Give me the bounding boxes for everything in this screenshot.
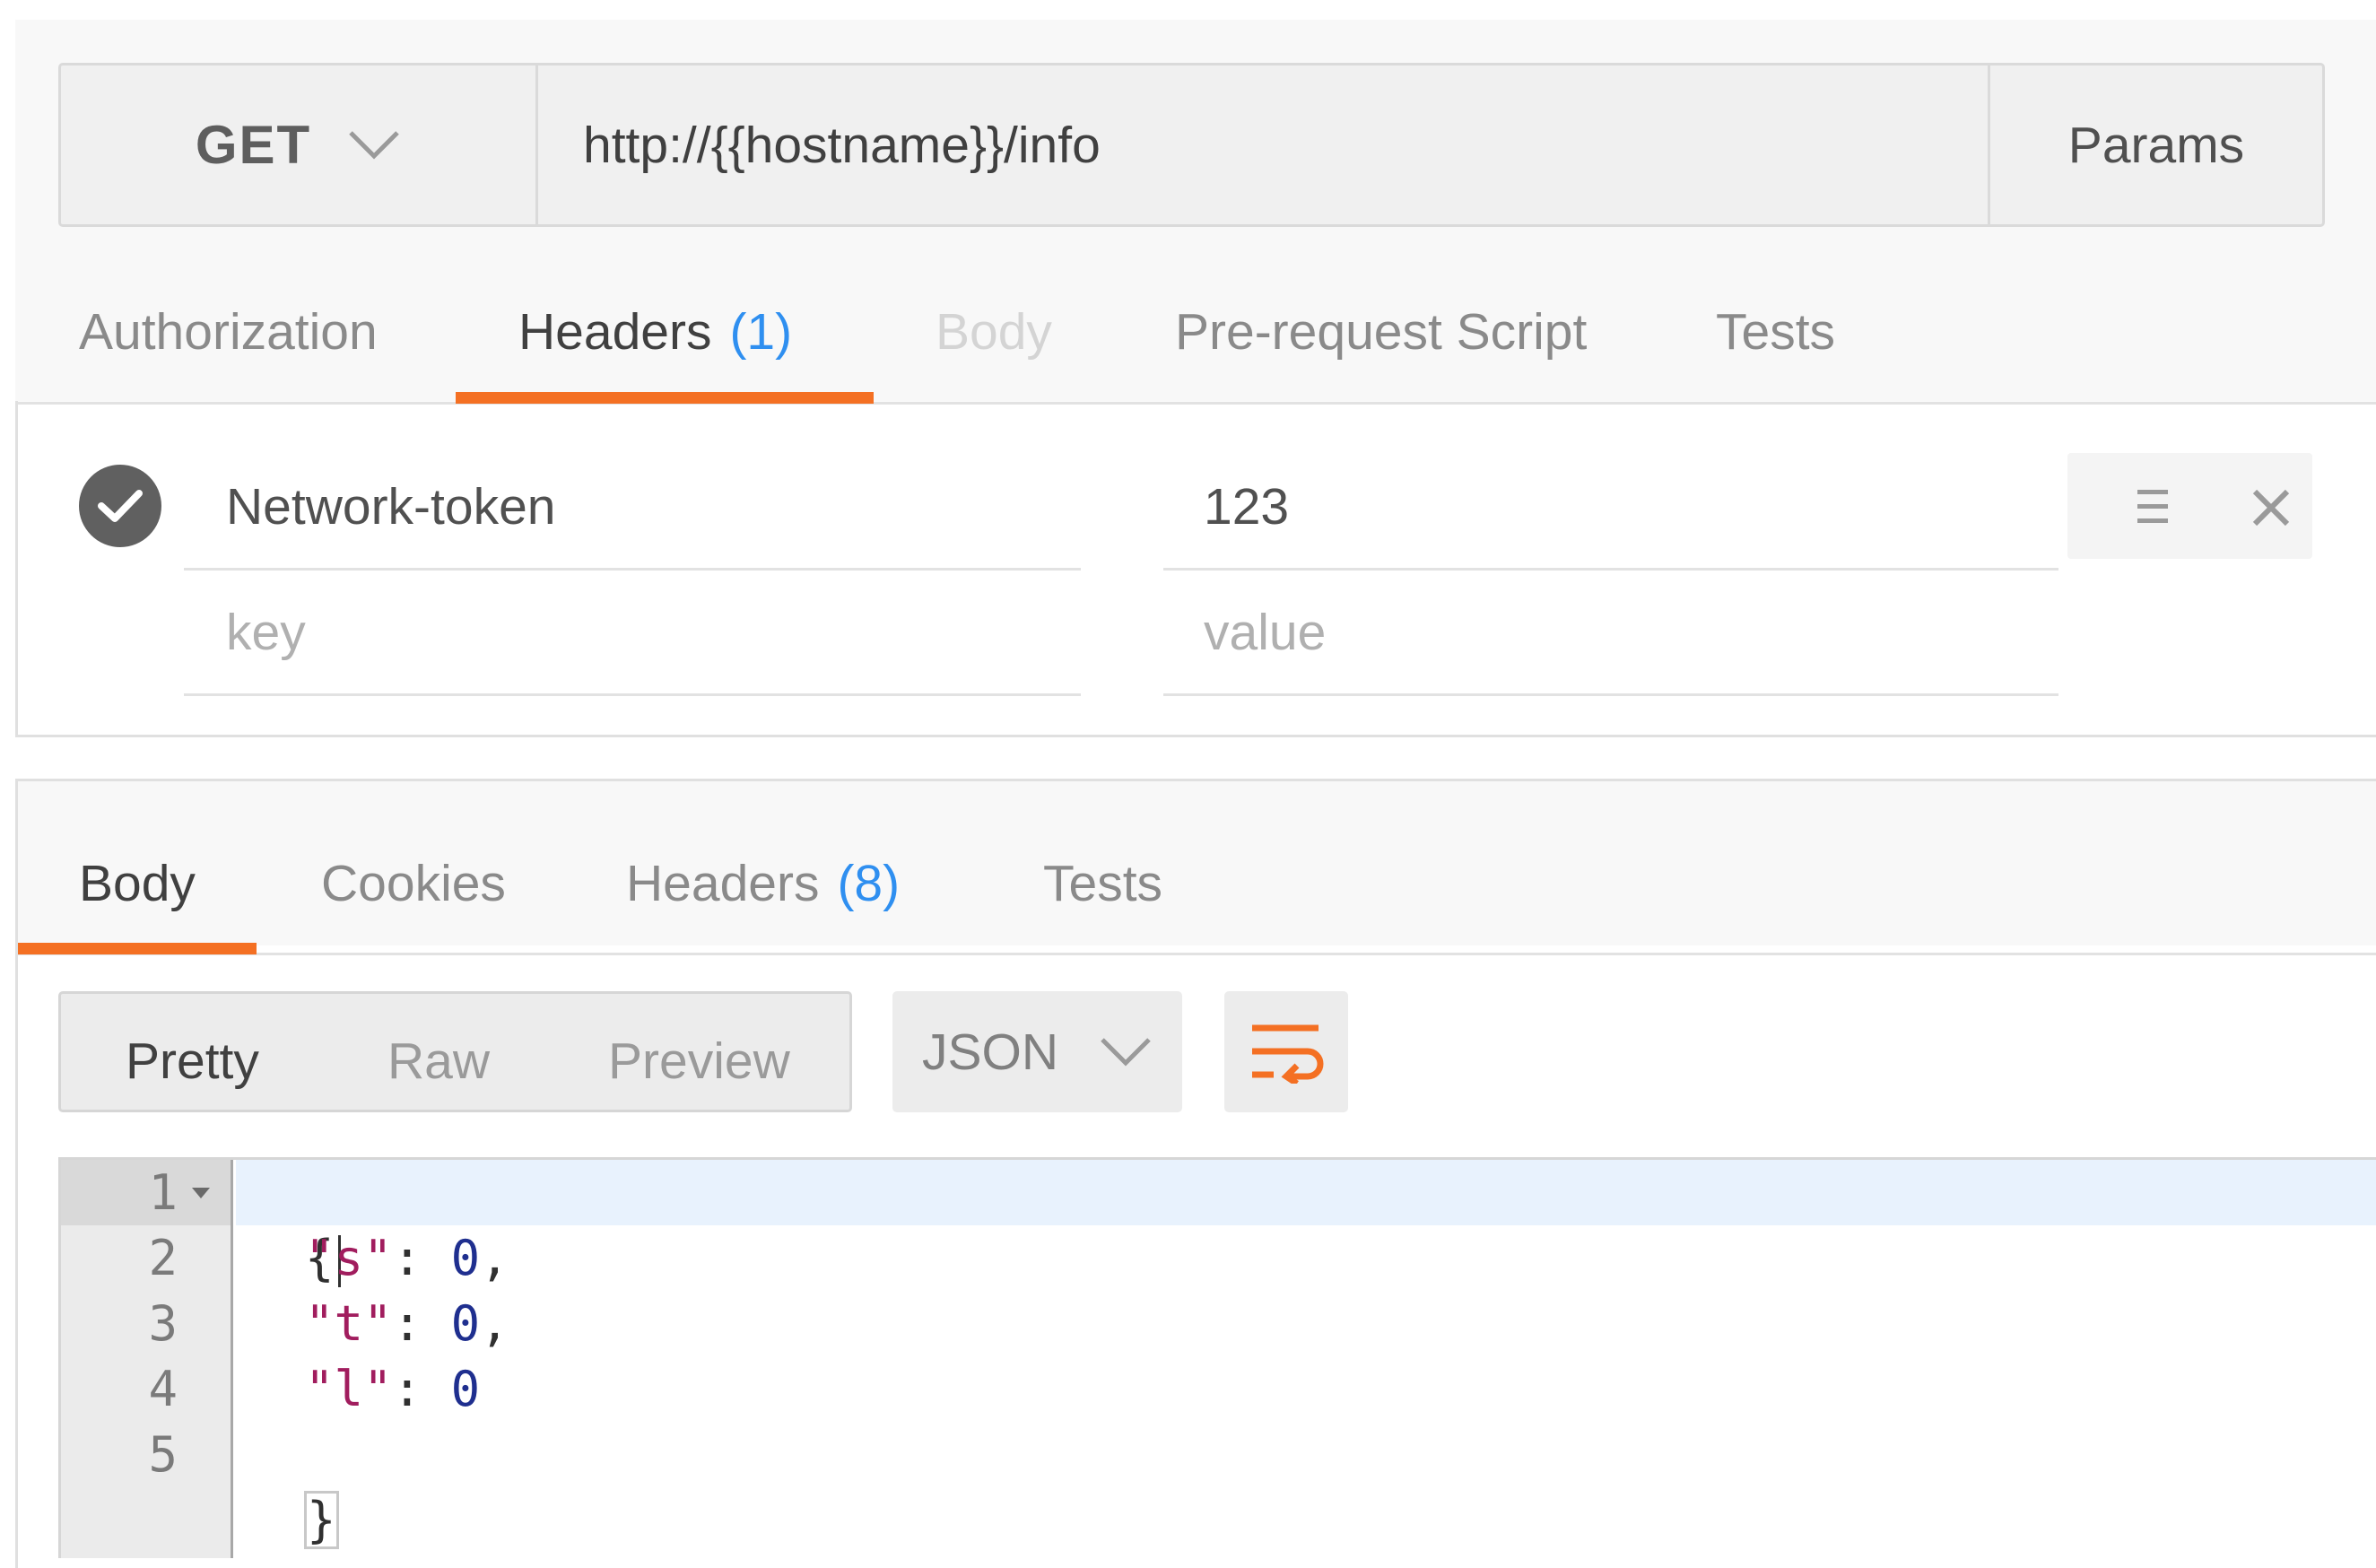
line-number: 5 <box>148 1426 178 1483</box>
json-key: "s" <box>305 1230 393 1286</box>
new-header-key-input[interactable]: key <box>226 597 306 668</box>
tab-label: Pre-request Script <box>1175 303 1588 361</box>
params-button[interactable]: Params <box>1988 65 2322 224</box>
close-icon[interactable] <box>2250 486 2293 529</box>
tab-label: Tests <box>1716 303 1836 361</box>
json-comma: , <box>480 1295 509 1352</box>
json-value: 0 <box>450 1295 481 1352</box>
line-number: 1 <box>148 1164 178 1221</box>
active-line-highlight <box>236 1160 2376 1225</box>
active-tab-indicator <box>456 392 874 404</box>
tab-label: Headers <box>518 303 712 361</box>
format-select[interactable]: JSON <box>892 991 1182 1112</box>
view-preview-button[interactable]: Preview <box>608 1025 790 1097</box>
header-value-input[interactable]: 123 <box>1204 471 1289 543</box>
tab-label: Body <box>936 303 1052 361</box>
fold-caret-icon[interactable] <box>190 1186 212 1200</box>
tab-pre-request-script[interactable]: Pre-request Script <box>1175 296 1587 368</box>
code-line: "s": 0, <box>305 1230 509 1286</box>
response-tab-headers[interactable]: Headers (8) <box>626 848 900 919</box>
response-tab-tests[interactable]: Tests <box>1043 848 1162 919</box>
line-number: 3 <box>148 1295 178 1352</box>
header-enabled-checkbox[interactable] <box>79 465 161 547</box>
line-number: 2 <box>148 1230 178 1286</box>
code-line: "l": 0 <box>305 1361 481 1417</box>
tab-label: Authorization <box>79 303 378 361</box>
wrap-lines-icon <box>1252 1024 1324 1084</box>
chevron-down-icon <box>349 130 399 160</box>
tab-label: Cookies <box>321 855 506 912</box>
tab-tests[interactable]: Tests <box>1716 296 1835 368</box>
tab-label: Tests <box>1043 855 1163 912</box>
json-key: "t" <box>305 1295 393 1352</box>
value-underline <box>1163 693 2058 696</box>
code-line: "t": 0, <box>305 1295 509 1352</box>
key-underline <box>184 568 1081 571</box>
tab-count: (1) <box>729 303 793 361</box>
tab-divider <box>18 953 2376 955</box>
json-comma: , <box>480 1230 509 1286</box>
check-circle-icon <box>98 490 143 522</box>
method-select[interactable]: GET <box>61 65 538 224</box>
method-label: GET <box>195 115 312 175</box>
json-key: "l" <box>305 1361 393 1417</box>
code-line: { <box>247 1160 341 1288</box>
response-tab-cookies[interactable]: Cookies <box>321 848 506 919</box>
tab-label: Body <box>79 855 196 912</box>
view-pretty-button[interactable]: Pretty <box>126 1025 259 1097</box>
line-number: 4 <box>148 1361 178 1417</box>
tab-count: (8) <box>837 855 901 912</box>
tab-label: Headers <box>626 855 820 912</box>
active-tab-indicator <box>18 943 257 954</box>
tab-headers[interactable]: Headers (1) <box>518 296 792 368</box>
chevron-down-icon <box>1101 1037 1151 1067</box>
header-key-input[interactable]: Network-token <box>226 471 555 543</box>
close-brace: } <box>304 1491 339 1549</box>
format-label: JSON <box>921 1023 1059 1081</box>
json-value: 0 <box>450 1361 481 1417</box>
new-header-value-input[interactable]: value <box>1204 597 1326 668</box>
key-underline <box>184 693 1081 696</box>
code-line: } <box>247 1422 339 1549</box>
tab-body[interactable]: Body <box>936 296 1052 368</box>
wrap-lines-button[interactable] <box>1224 991 1348 1112</box>
response-tab-body[interactable]: Body <box>79 848 196 919</box>
value-underline <box>1163 568 2058 571</box>
tab-authorization[interactable]: Authorization <box>79 296 378 368</box>
tab-divider <box>18 402 2376 405</box>
url-input[interactable]: http://{{hostname}}/info <box>583 65 1982 224</box>
hamburger-icon[interactable] <box>2130 484 2175 529</box>
view-raw-button[interactable]: Raw <box>387 1025 490 1097</box>
json-value: 0 <box>450 1230 481 1286</box>
